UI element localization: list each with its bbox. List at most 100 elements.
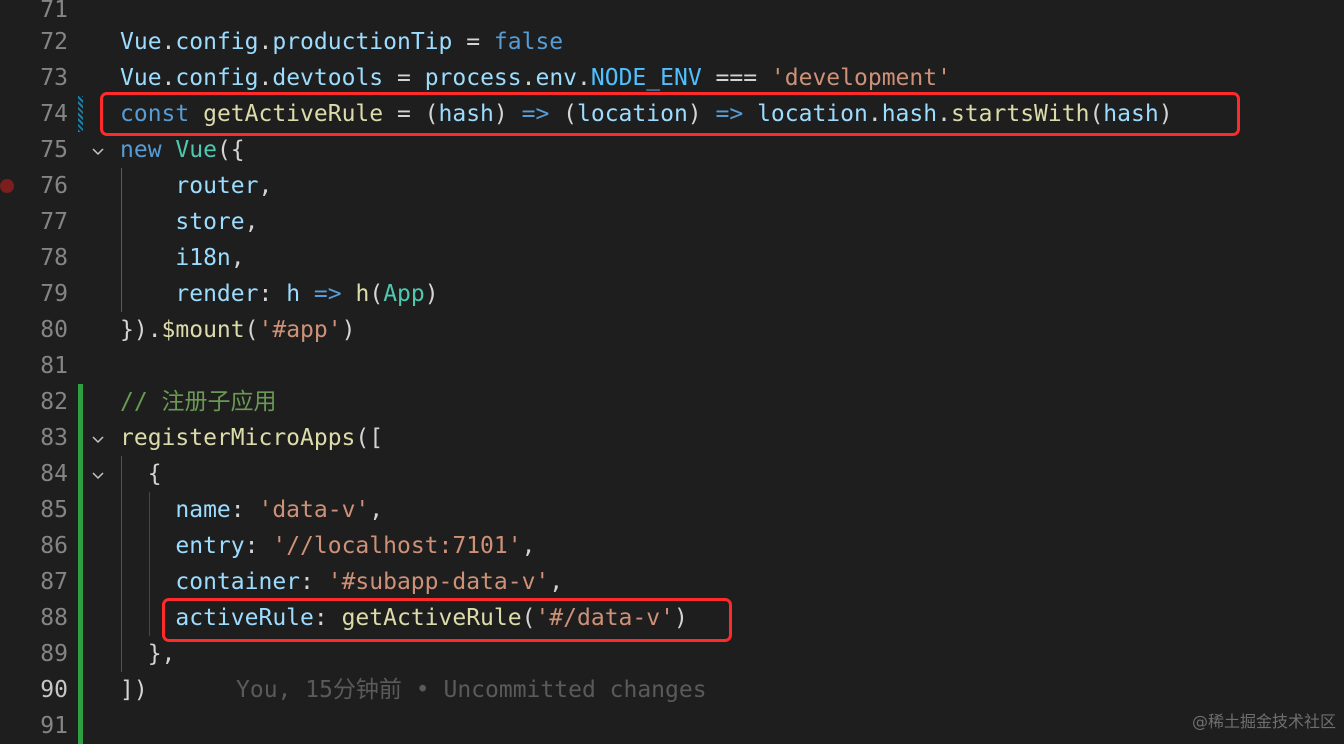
code-line[interactable]: 84 { [0, 456, 1344, 492]
code-token: = [383, 65, 425, 91]
code-text[interactable]: i18n, [120, 240, 245, 276]
code-text[interactable]: registerMicroApps([ [120, 420, 383, 456]
code-token: , [230, 245, 245, 271]
modified-line-marker[interactable] [78, 96, 83, 132]
code-line[interactable]: 76 router, [0, 168, 1344, 204]
code-text[interactable]: entry: '//localhost:7101', [120, 528, 535, 564]
code-token: . [258, 65, 273, 91]
line-number: 82 [40, 389, 68, 415]
code-token: env [535, 65, 578, 91]
added-line-marker[interactable] [78, 420, 83, 456]
watermark: @稀土掘金技术社区 [1191, 712, 1336, 731]
code-text[interactable]: Vue.config.devtools = process.env.NODE_E… [120, 60, 951, 96]
fold-chevron-icon[interactable] [88, 132, 108, 168]
code-token: . [161, 65, 176, 91]
highlight-box-active-rule [162, 598, 732, 642]
code-token: devtools [272, 65, 384, 91]
code-line[interactable]: 91 [0, 708, 1344, 744]
code-text[interactable]: name: 'data-v', [120, 492, 383, 528]
added-line-marker[interactable] [78, 708, 83, 744]
code-line[interactable]: 75 new Vue({ [0, 132, 1344, 168]
code-text[interactable]: // 注册子应用 [120, 384, 277, 420]
code-token: config [175, 29, 259, 55]
code-line[interactable]: 80 }).$mount('#app') [0, 312, 1344, 348]
added-line-marker[interactable] [78, 528, 83, 564]
code-line[interactable]: 72 Vue.config.productionTip = false [0, 24, 1344, 60]
code-token: . [521, 65, 536, 91]
code-token: = [452, 29, 494, 55]
code-text[interactable]: container: '#subapp-data-v', [120, 564, 563, 600]
code-token: router [175, 173, 259, 199]
code-token: }, [120, 641, 176, 667]
line-number: 80 [40, 317, 68, 343]
fold-chevron-icon[interactable] [88, 420, 108, 456]
code-token: new [120, 137, 176, 163]
code-token: Vue [120, 65, 162, 91]
code-token: === [701, 65, 771, 91]
code-token: ( [244, 317, 259, 343]
code-token: name [175, 497, 231, 523]
code-text[interactable]: }).$mount('#app') [120, 312, 355, 348]
code-line[interactable]: 86 entry: '//localhost:7101', [0, 528, 1344, 564]
code-token: : [300, 569, 328, 595]
code-line[interactable]: 87 container: '#subapp-data-v', [0, 564, 1344, 600]
code-token: productionTip [272, 29, 453, 55]
line-number: 76 [40, 173, 68, 199]
code-line[interactable]: 73 Vue.config.devtools = process.env.NOD… [0, 60, 1344, 96]
added-line-marker[interactable] [78, 636, 83, 672]
added-line-marker[interactable] [78, 492, 83, 528]
code-token: ([ [355, 425, 384, 451]
code-token: '#subapp-data-v' [327, 569, 550, 595]
code-token: ) [424, 281, 439, 307]
line-number: 83 [40, 425, 68, 451]
code-token: i18n [175, 245, 231, 271]
added-line-marker[interactable] [78, 672, 83, 708]
code-token: , [244, 209, 259, 235]
code-line[interactable]: 83 registerMicroApps([ [0, 420, 1344, 456]
code-token: 'data-v' [258, 497, 370, 523]
code-text[interactable]: router, [120, 168, 272, 204]
code-token: $mount [161, 317, 245, 343]
added-line-marker[interactable] [78, 600, 83, 636]
code-token: . [161, 29, 176, 55]
code-editor[interactable]: 71 72 Vue.config.productionTip = false 7… [0, 0, 1344, 744]
code-line[interactable]: 85 name: 'data-v', [0, 492, 1344, 528]
code-text[interactable]: Vue.config.productionTip = false [120, 24, 563, 60]
line-number: 73 [40, 65, 68, 91]
code-token: , [521, 533, 536, 559]
code-token: container [175, 569, 301, 595]
added-line-marker[interactable] [78, 564, 83, 600]
code-token: . [258, 29, 273, 55]
code-text[interactable]: ]) [120, 672, 148, 708]
code-text[interactable]: store, [120, 204, 259, 240]
code-text[interactable]: new Vue({ [120, 132, 245, 168]
added-line-marker[interactable] [78, 384, 83, 420]
line-number: 72 [40, 29, 68, 55]
code-line[interactable]: 81 [0, 348, 1344, 384]
line-number: 79 [40, 281, 68, 307]
code-token: h [355, 281, 370, 307]
added-line-marker[interactable] [78, 456, 83, 492]
code-token: => [313, 281, 342, 307]
code-text[interactable]: render: h => h(App) [120, 276, 439, 312]
line-number: 87 [40, 569, 68, 595]
code-line[interactable]: 78 i18n, [0, 240, 1344, 276]
code-line[interactable]: 82 // 注册子应用 [0, 384, 1344, 420]
code-token: , [258, 173, 273, 199]
line-number: 89 [40, 641, 68, 667]
code-token: : [244, 533, 273, 559]
code-token: Vue [175, 137, 217, 163]
code-token: '//localhost:7101' [272, 533, 522, 559]
code-line[interactable]: 79 render: h => h(App) [0, 276, 1344, 312]
code-line[interactable]: 77 store, [0, 204, 1344, 240]
line-number: 90 [40, 677, 68, 703]
fold-chevron-icon[interactable] [88, 456, 108, 492]
line-number: 77 [40, 209, 68, 235]
code-text[interactable]: { [120, 456, 162, 492]
code-line-active[interactable]: 90 ]) You, 15分钟前 • Uncommitted changes [0, 672, 1344, 708]
